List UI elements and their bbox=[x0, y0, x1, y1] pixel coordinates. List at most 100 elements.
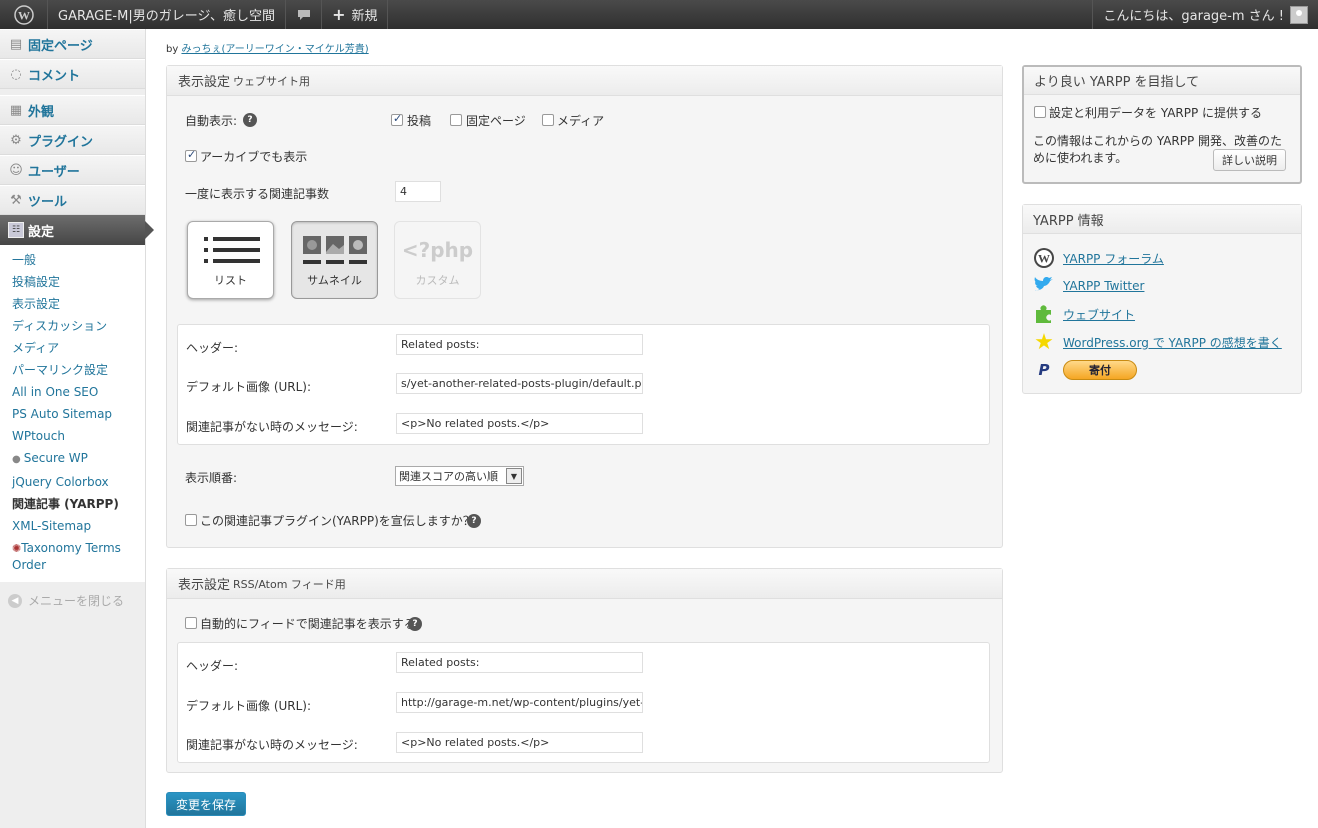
archive-checkbox[interactable] bbox=[185, 148, 197, 162]
thumbnail-icon bbox=[303, 236, 367, 264]
help-icon[interactable]: ? bbox=[467, 514, 481, 528]
template-thumbnail-button[interactable]: サムネイル bbox=[291, 221, 378, 299]
box-header: YARPP 情報 bbox=[1023, 205, 1301, 234]
box-subtitle: RSS/Atom フィード用 bbox=[233, 577, 346, 591]
post-type-post-label: 投稿 bbox=[407, 114, 432, 128]
rss-no-related-input[interactable]: <p>No related posts.</p> bbox=[396, 732, 643, 753]
header-input[interactable]: Related posts: bbox=[396, 334, 643, 355]
star-icon: ★ bbox=[1034, 329, 1054, 355]
users-icon: ☺ bbox=[9, 162, 23, 178]
submenu-item-permalinks[interactable]: パーマリンク設定 bbox=[0, 359, 145, 381]
submenu-item-media[interactable]: メディア bbox=[0, 337, 145, 359]
sidebar-item-users[interactable]: ☺ ユーザー bbox=[0, 155, 145, 185]
submenu-item-label: Taxonomy Terms Order bbox=[12, 541, 121, 572]
submenu-item-reading[interactable]: 表示設定 bbox=[0, 293, 145, 315]
collapse-menu-button[interactable]: ◀ メニューを閉じる bbox=[0, 582, 145, 619]
save-button[interactable]: 変更を保存 bbox=[166, 792, 246, 816]
rss-no-related-label: 関連記事がない時のメッセージ: bbox=[186, 738, 358, 752]
box-subtitle: ウェブサイト用 bbox=[233, 74, 311, 88]
new-content-label: 新規 bbox=[351, 9, 378, 24]
rss-default-image-input[interactable]: http://garage-m.net/wp-content/plugins/y… bbox=[396, 692, 643, 713]
template-list-button[interactable]: リスト bbox=[187, 221, 274, 299]
submenu-item-jquery-colorbox[interactable]: jQuery Colorbox bbox=[0, 471, 145, 493]
lock-icon: ● bbox=[12, 454, 21, 465]
submenu-item-xml-sitemap[interactable]: XML-Sitemap bbox=[0, 515, 145, 537]
atom-icon: ✺ bbox=[12, 542, 22, 555]
post-type-post-checkbox[interactable] bbox=[391, 112, 403, 126]
page-icon: ▤ bbox=[9, 36, 23, 52]
submenu-item-secure-wp[interactable]: ● Secure WP bbox=[0, 447, 145, 471]
rss-header-input[interactable]: Related posts: bbox=[396, 652, 643, 673]
sidebar-item-settings[interactable]: ☷ 設定 bbox=[0, 215, 154, 245]
post-type-media-label: メディア bbox=[557, 114, 605, 128]
website-display-settings-box: 表示設定 ウェブサイト用 bbox=[166, 65, 1003, 548]
puzzle-icon bbox=[1033, 303, 1055, 325]
sidebar-item-comments[interactable]: ◌ コメント bbox=[0, 59, 145, 89]
auto-feed-label: 自動的にフィードで関連記事を表示する bbox=[200, 617, 416, 631]
sidebar-item-plugins[interactable]: ⚙ プラグイン bbox=[0, 125, 145, 155]
plus-icon: + bbox=[332, 5, 346, 24]
template-list-label: リスト bbox=[214, 274, 247, 287]
submenu-item-wptouch[interactable]: WPtouch bbox=[0, 425, 145, 447]
box-header: 表示設定 ウェブサイト用 bbox=[167, 66, 1002, 96]
auto-feed-checkbox[interactable] bbox=[185, 617, 197, 629]
sidebar-item-pages[interactable]: ▤ 固定ページ bbox=[0, 29, 145, 59]
comments-icon[interactable] bbox=[286, 0, 323, 29]
review-link[interactable]: WordPress.org で YARPP の感想を書く bbox=[1063, 334, 1282, 351]
submenu-item-label: Secure WP bbox=[23, 451, 88, 465]
byline-prefix: by bbox=[166, 44, 179, 55]
new-content-button[interactable]: + 新規 bbox=[322, 0, 389, 29]
help-icon[interactable]: ? bbox=[408, 617, 422, 631]
yarpp-forum-link[interactable]: YARPP フォーラム bbox=[1063, 250, 1164, 267]
tools-icon: ⚒ bbox=[10, 192, 22, 208]
site-title-link[interactable]: GARAGE-M|男のガレージ、癒し空間 bbox=[48, 0, 287, 29]
paypal-icon: P bbox=[1038, 361, 1050, 379]
submenu-item-taxonomy-terms-order[interactable]: ✺Taxonomy Terms Order bbox=[0, 537, 145, 576]
sidebar-item-tools[interactable]: ⚒ ツール bbox=[0, 185, 145, 215]
wordpress-logo-icon[interactable]: W bbox=[0, 0, 48, 29]
collapse-arrow-icon: ◀ bbox=[8, 593, 22, 608]
sidebar-item-label: 設定 bbox=[28, 224, 55, 240]
link-row-forum: W YARPP フォーラム bbox=[1033, 247, 1164, 269]
template-custom-button[interactable]: <?php カスタム bbox=[394, 221, 481, 299]
settings-icon: ☷ bbox=[8, 222, 24, 238]
no-related-input[interactable]: <p>No related posts.</p> bbox=[396, 413, 643, 434]
order-label: 表示順番: bbox=[185, 471, 238, 485]
rss-header-label: ヘッダー: bbox=[186, 659, 239, 673]
sidebar-item-label: 固定ページ bbox=[28, 38, 93, 54]
promote-checkbox[interactable] bbox=[185, 514, 197, 526]
help-icon[interactable]: ? bbox=[243, 113, 257, 127]
submenu-item-yarpp[interactable]: 関連記事 (YARPP) bbox=[0, 493, 145, 515]
no-related-label: 関連記事がない時のメッセージ: bbox=[186, 420, 358, 434]
yarpp-twitter-link[interactable]: YARPP Twitter bbox=[1063, 279, 1144, 293]
count-input[interactable]: 4 bbox=[395, 181, 441, 202]
more-info-button[interactable]: 詳しい説明 bbox=[1213, 149, 1286, 171]
post-type-page-checkbox[interactable] bbox=[450, 114, 462, 126]
sidebar-item-appearance[interactable]: ▦ 外観 bbox=[0, 95, 145, 125]
sidebar-item-label: ツール bbox=[28, 194, 68, 210]
submenu-item-writing[interactable]: 投稿設定 bbox=[0, 271, 145, 293]
admin-bar: W GARAGE-M|男のガレージ、癒し空間 + 新規 こんにちは、garage… bbox=[0, 0, 1318, 29]
author-link[interactable]: みっちぇ(アーリーワイン・マイケル芳貴) bbox=[181, 44, 368, 55]
donate-button[interactable]: 寄付 bbox=[1063, 360, 1137, 380]
submenu-item-general[interactable]: 一般 bbox=[0, 249, 145, 271]
link-row-donate: P 寄付 bbox=[1033, 359, 1137, 381]
order-select-value: 関連スコアの高い順 bbox=[399, 470, 498, 483]
twitter-bird-icon bbox=[1033, 275, 1055, 297]
submenu-item-discussion[interactable]: ディスカッション bbox=[0, 315, 145, 337]
order-select[interactable]: 関連スコアの高い順 ▼ bbox=[395, 466, 524, 486]
optin-checkbox[interactable] bbox=[1034, 106, 1046, 118]
comment-icon: ◌ bbox=[10, 66, 22, 82]
list-icon bbox=[204, 237, 260, 263]
box-title: 表示設定 bbox=[178, 75, 231, 90]
chevron-down-icon: ▼ bbox=[506, 468, 522, 484]
default-image-label: デフォルト画像 (URL): bbox=[186, 380, 312, 394]
my-account[interactable]: こんにちは、garage-m さん ! bbox=[1092, 0, 1318, 29]
sidebar-item-label: ユーザー bbox=[28, 164, 80, 180]
website-link[interactable]: ウェブサイト bbox=[1063, 306, 1135, 323]
submenu-item-ps-auto-sitemap[interactable]: PS Auto Sitemap bbox=[0, 403, 145, 425]
submenu-item-all-in-one-seo[interactable]: All in One SEO bbox=[0, 381, 145, 403]
svg-text:W: W bbox=[1038, 252, 1050, 266]
default-image-input[interactable]: s/yet-another-related-posts-plugin/defau… bbox=[396, 373, 643, 394]
post-type-media-checkbox[interactable] bbox=[542, 114, 554, 126]
